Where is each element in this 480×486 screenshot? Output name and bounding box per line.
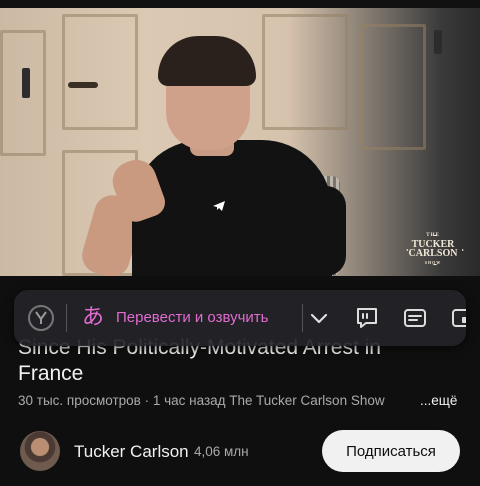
picture-in-picture-icon[interactable]	[450, 305, 466, 331]
door-panel	[62, 14, 138, 130]
channel-name[interactable]: Tucker Carlson	[74, 442, 189, 462]
quote-bubble-icon[interactable]	[354, 305, 380, 331]
door-lock	[22, 68, 30, 98]
channel-avatar[interactable]	[20, 431, 60, 471]
tucker-carlson-show-logo: THE TUCKER CARLSON SHOW	[398, 226, 468, 272]
divider	[302, 304, 303, 332]
more-button[interactable]: ...ещё	[408, 393, 480, 408]
subscribe-button[interactable]: Подписаться	[322, 430, 460, 472]
translate-toolbar: あ Перевести и озвучить	[14, 290, 466, 346]
divider	[66, 304, 67, 332]
chevron-down-icon[interactable]	[306, 305, 332, 331]
video-meta: 30 тыс. просмотров · 1 час назад The Tuc…	[18, 393, 385, 408]
yandex-icon[interactable]	[28, 305, 54, 331]
subtitles-icon[interactable]	[402, 305, 428, 331]
door-lock	[434, 30, 442, 54]
door-panel	[360, 24, 426, 150]
video-player[interactable]: THE TUCKER CARLSON SHOW	[0, 0, 480, 276]
speaker-arm	[296, 186, 346, 276]
translate-icon[interactable]: あ	[82, 304, 104, 330]
status-strip	[0, 0, 480, 8]
subscriber-count: 4,06 млн	[194, 444, 249, 459]
door-panel	[262, 14, 348, 130]
telegram-icon	[213, 201, 225, 211]
translate-voice-button[interactable]: Перевести и озвучить	[116, 309, 268, 326]
video-title[interactable]: France	[18, 362, 83, 386]
speaker-hair	[158, 36, 256, 86]
door-handle	[68, 82, 98, 88]
